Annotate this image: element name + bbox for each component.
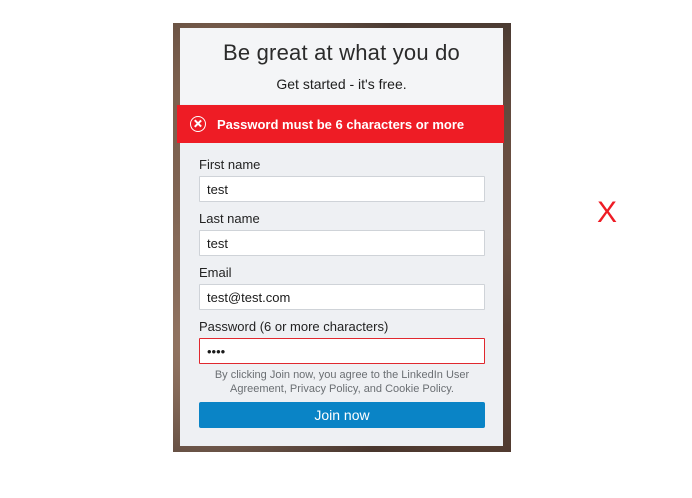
legal-notice-line-1: By clicking Join now, you agree to the L… <box>214 369 470 381</box>
password-input[interactable] <box>199 338 485 364</box>
email-input[interactable] <box>199 284 485 310</box>
join-now-button[interactable]: Join now <box>199 402 485 428</box>
error-banner: Password must be 6 characters or more <box>177 105 504 143</box>
signup-form: First name Last name Email Password (6 o… <box>199 156 485 372</box>
first-name-label: First name <box>199 157 261 172</box>
page-subtitle: Get started - it's free. <box>276 76 407 92</box>
first-name-input[interactable] <box>199 176 485 202</box>
card-header: Be great at what you do Get started - it… <box>180 28 503 104</box>
error-circle-x-icon <box>190 116 206 132</box>
error-message: Password must be 6 characters or more <box>217 116 465 132</box>
signup-card: Be great at what you do Get started - it… <box>177 28 504 446</box>
password-label: Password (6 or more characters) <box>199 319 389 334</box>
last-name-input[interactable] <box>199 230 485 256</box>
legal-notice: By clicking Join now, you agree to the L… <box>199 368 485 396</box>
legal-notice-line-2: Agreement, Privacy Policy, and Cookie Po… <box>230 383 454 395</box>
rejection-x-mark: X <box>597 196 618 229</box>
email-label: Email <box>199 265 232 280</box>
page-title: Be great at what you do <box>223 40 460 65</box>
last-name-label: Last name <box>199 211 260 226</box>
